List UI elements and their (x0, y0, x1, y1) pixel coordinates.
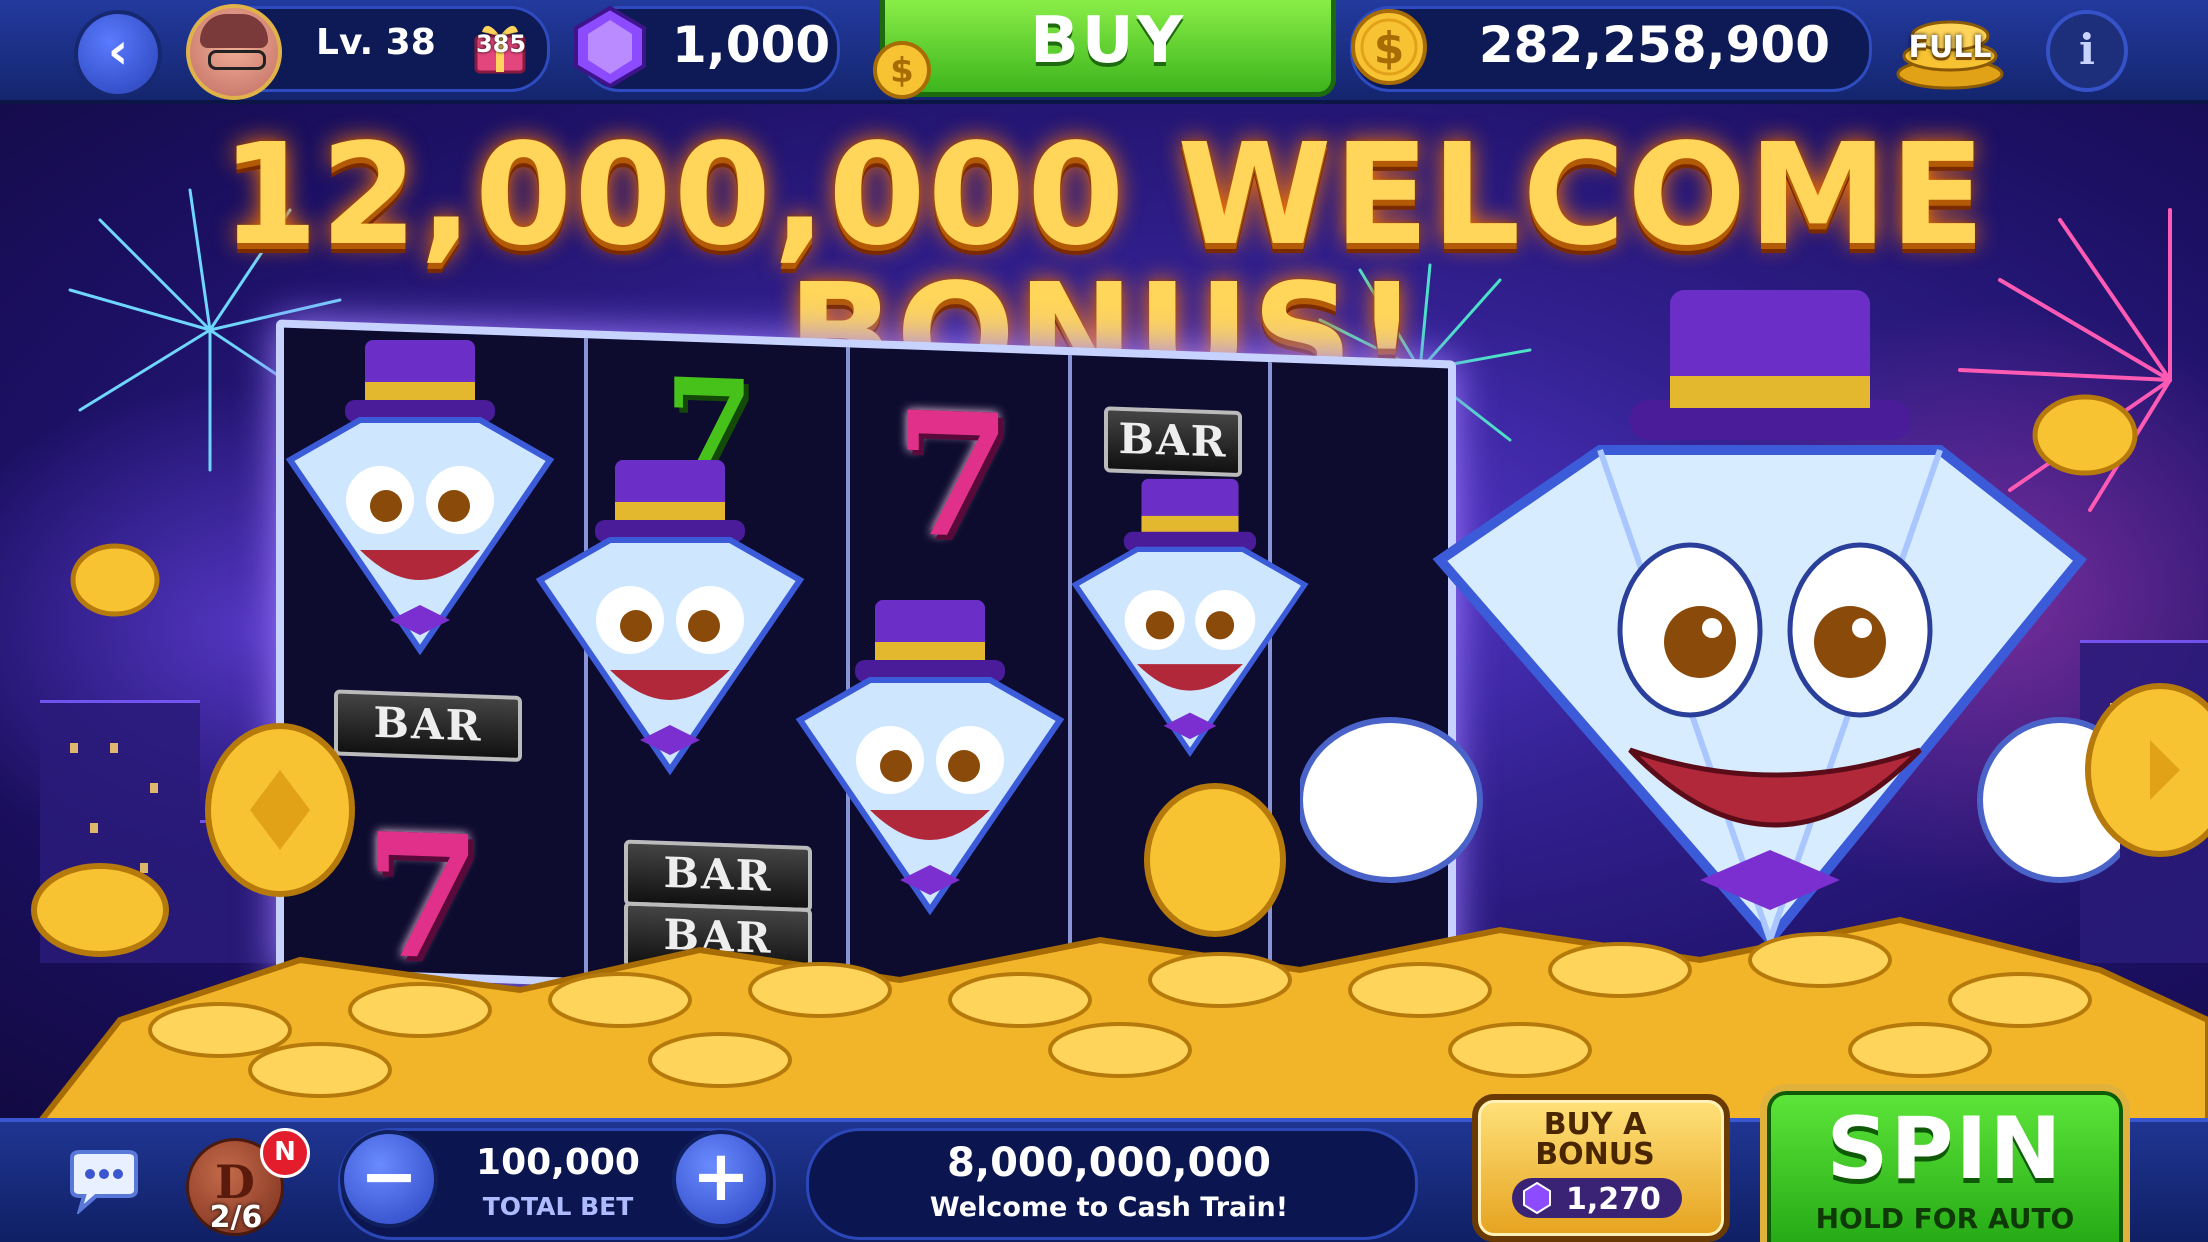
info-button[interactable]: i (2046, 10, 2128, 92)
decrease-bet-button[interactable]: − (340, 1130, 438, 1228)
diamond-mascot-small (1071, 478, 1309, 758)
spin-sublabel: HOLD FOR AUTO (1815, 1202, 2075, 1235)
purple-gem-icon (1523, 1182, 1551, 1214)
buy-bonus-price: 1,270 (1566, 1182, 1661, 1217)
seven-symbol: 7 (894, 373, 1013, 579)
dollar-coin-icon: $ (873, 41, 931, 99)
buy-bonus-label: BUY A BONUS (1478, 1110, 1712, 1170)
player-level: Lv. 38 (316, 22, 436, 63)
game-screen: 12,000,000 WELCOME BONUS! BAR BAR BAR BA… (0, 0, 2208, 1242)
total-bet-value: 100,000 (476, 1142, 640, 1183)
full-label: FULL (1908, 30, 1992, 65)
dollar-coin-icon: $ (1351, 9, 1427, 85)
jackpot-message: Welcome to Cash Train! (929, 1192, 1289, 1223)
chevron-left-icon: ‹ (107, 22, 129, 80)
coins-balance: 282,258,900 (1478, 16, 1830, 74)
gift-count: 385 (475, 30, 527, 58)
svg-text:$: $ (1374, 23, 1405, 74)
svg-text:$: $ (890, 51, 914, 91)
new-badge: N (260, 1128, 310, 1178)
bar-symbol: BAR (334, 689, 522, 762)
buy-bonus-label-line1: BUY A (1543, 1107, 1647, 1142)
gold-coin (2032, 394, 2138, 476)
diamond-mascot-large (1300, 290, 2120, 950)
player-avatar[interactable] (186, 4, 282, 100)
buy-button[interactable]: BUY (880, 0, 1336, 97)
chat-icon[interactable] (66, 1150, 142, 1214)
spin-label: SPIN (1826, 1099, 2064, 1199)
gold-coin (205, 723, 355, 897)
gems-balance: 1,000 (672, 16, 831, 74)
total-bet-label: TOTAL BET (482, 1192, 634, 1221)
gold-coin (70, 543, 160, 617)
info-icon: i (2079, 25, 2095, 74)
purple-gem-icon (574, 6, 646, 88)
jackpot-value: 8,000,000,000 (947, 1140, 1271, 1186)
stamp-progress: 2/6 (209, 1200, 263, 1235)
back-button[interactable]: ‹ (74, 10, 162, 98)
gold-coin (2085, 683, 2208, 857)
buy-bonus-label-line2: BONUS (1535, 1137, 1655, 1172)
increase-bet-button[interactable]: + (672, 1130, 770, 1228)
